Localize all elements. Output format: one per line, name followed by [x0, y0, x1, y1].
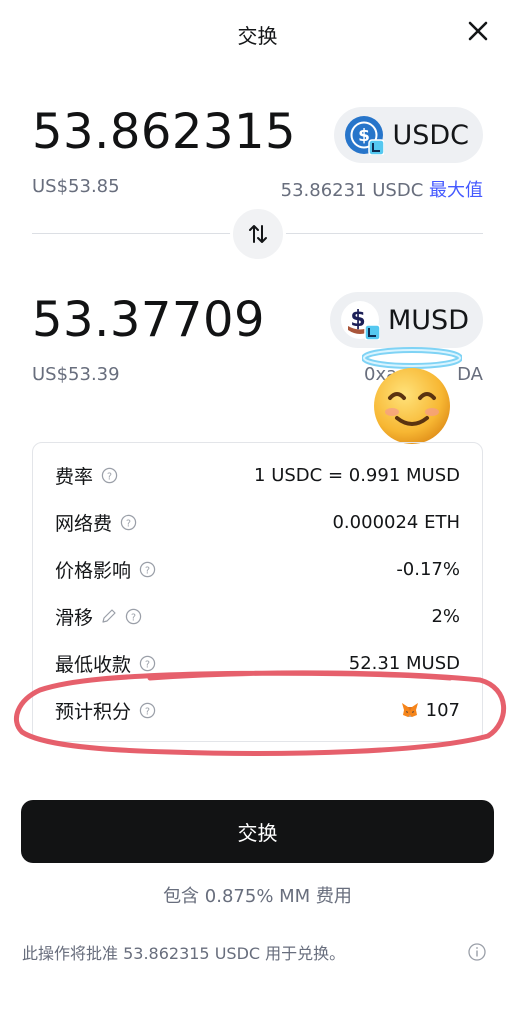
min-received-value: 52.31 MUSD	[348, 652, 460, 674]
slippage-label: 滑移	[55, 606, 94, 629]
metamask-fox-icon	[401, 703, 418, 717]
from-amount-input[interactable]: 53.862315	[32, 104, 296, 160]
from-balance: 53.86231 USDC 最大值	[281, 176, 483, 202]
approval-note: 此操作将批准 53.862315 USDC 用于兑换。	[22, 944, 346, 963]
points-value: 107	[425, 699, 460, 721]
min-received-row: 最低收款 ? 52.31 MUSD	[55, 648, 460, 678]
to-token-selector[interactable]: $ MUSD	[330, 292, 483, 348]
svg-text:$: $	[359, 126, 371, 146]
to-fiat-value: US$53.39	[32, 364, 120, 385]
min-received-label: 最低收款	[55, 653, 132, 676]
to-amount: 53.37709	[32, 292, 266, 348]
rate-value: 1 USDC = 0.991 MUSD	[254, 464, 460, 486]
quote-details-card: 费率 ? 1 USDC = 0.991 MUSD 网络费 ? 0.000024 …	[32, 442, 483, 742]
svg-text:?: ?	[131, 612, 136, 623]
price-impact-value: -0.17%	[396, 558, 460, 580]
from-token-symbol: USDC	[392, 119, 469, 151]
pencil-icon[interactable]	[101, 608, 117, 624]
close-icon[interactable]	[463, 16, 493, 46]
slippage-row: 滑移 ? 2%	[55, 601, 460, 631]
svg-text:?: ?	[145, 659, 150, 670]
points-value-wrap: 107	[400, 700, 460, 721]
halo-smile-emoji	[362, 347, 462, 444]
swap-direction-button[interactable]	[230, 206, 286, 262]
rate-row: 费率 ? 1 USDC = 0.991 MUSD	[55, 460, 460, 490]
question-icon[interactable]: ?	[120, 514, 137, 531]
points-row: 预计积分 ? 107	[55, 695, 460, 725]
page-title: 交换	[237, 24, 278, 48]
price-impact-label: 价格影响	[55, 559, 132, 582]
slippage-value: 2%	[431, 605, 460, 627]
question-icon[interactable]: ?	[139, 655, 156, 672]
to-token-symbol: MUSD	[388, 304, 469, 336]
rate-label: 费率	[55, 465, 94, 488]
network-fee-label: 网络费	[55, 512, 113, 535]
question-icon[interactable]: ?	[139, 702, 156, 719]
svg-text:?: ?	[107, 471, 112, 482]
price-impact-row: 价格影响 ? -0.17%	[55, 554, 460, 584]
question-icon[interactable]: ?	[101, 467, 118, 484]
svg-text:?: ?	[145, 565, 150, 576]
usdc-token-icon: $	[344, 115, 386, 156]
swap-button[interactable]: 交换	[21, 800, 494, 863]
svg-text:$: $	[350, 307, 365, 332]
max-button[interactable]: 最大值	[429, 180, 483, 201]
svg-text:?: ?	[126, 518, 131, 529]
points-label: 预计积分	[55, 700, 132, 723]
network-fee-row: 网络费 ? 0.000024 ETH	[55, 507, 460, 537]
svg-text:?: ?	[145, 706, 150, 717]
question-icon[interactable]: ?	[139, 561, 156, 578]
info-icon[interactable]	[467, 942, 487, 962]
question-icon[interactable]: ?	[125, 608, 142, 625]
balance-amount: 53.86231 USDC	[280, 180, 424, 201]
swap-arrows-icon	[249, 225, 267, 243]
musd-token-icon: $	[340, 300, 381, 341]
network-fee-value: 0.000024 ETH	[332, 511, 460, 533]
from-fiat-value: US$53.85	[32, 176, 120, 197]
from-token-selector[interactable]: $ USDC	[334, 107, 483, 163]
fee-note: 包含 0.875% MM 费用	[163, 886, 352, 907]
